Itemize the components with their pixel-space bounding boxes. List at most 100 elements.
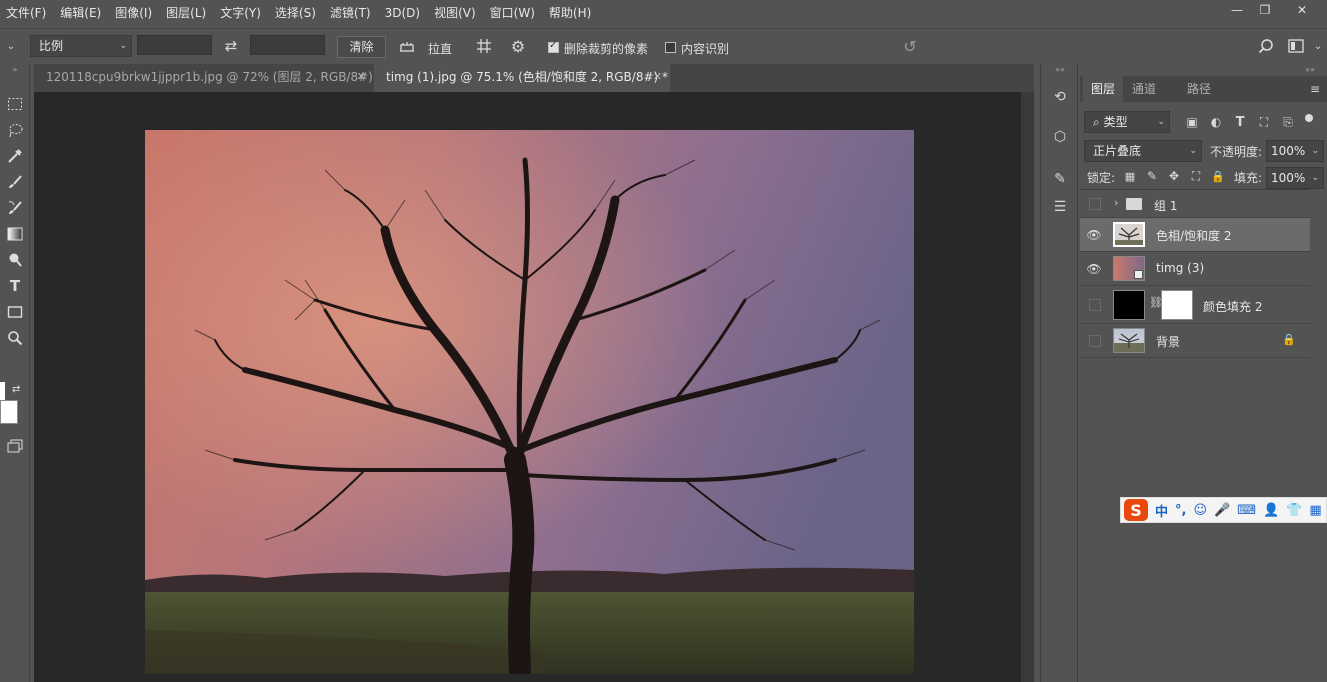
layer-mask-thumbnail[interactable] <box>1161 290 1193 320</box>
gradient-tool-icon[interactable] <box>5 224 25 244</box>
microphone-icon[interactable]: 🎤 <box>1214 503 1230 518</box>
history-brush-tool-icon[interactable] <box>5 198 25 218</box>
adjustments-panel-icon[interactable]: ☰ <box>1050 196 1070 218</box>
filter-smart-object-icon[interactable]: ⎘ <box>1280 113 1296 131</box>
menu-file[interactable]: 文件(F) <box>0 0 53 26</box>
opacity-input[interactable]: 100% ⌄ <box>1266 140 1324 162</box>
reset-rotate-icon[interactable]: ↺ <box>900 36 920 56</box>
filter-adjustment-icon[interactable]: ◐ <box>1208 113 1224 131</box>
tool-preset-chevron-icon[interactable]: ⌄ <box>4 37 18 55</box>
fill-input[interactable]: 100% ⌄ <box>1266 167 1324 189</box>
filter-pixel-icon[interactable]: ▣ <box>1184 113 1200 131</box>
menu-window[interactable]: 窗口(W) <box>483 0 542 26</box>
doc-tab-2[interactable]: timg (1).jpg @ 75.1% (色相/饱和度 2, RGB/8#) … <box>374 64 670 92</box>
3d-panel-icon[interactable]: ⬡ <box>1050 126 1070 148</box>
tab-channels[interactable]: 通道 <box>1124 76 1164 102</box>
workspace-icon[interactable] <box>1286 36 1306 56</box>
swap-colors-icon[interactable]: ⇄ <box>12 384 20 395</box>
chevron-down-icon: ⌄ <box>1157 117 1165 127</box>
dodge-tool-icon[interactable] <box>5 250 25 270</box>
vertical-scrollbar[interactable] <box>1021 92 1034 682</box>
sogou-logo[interactable]: S <box>1124 499 1148 521</box>
toolbox-icon[interactable]: ▦ <box>1309 503 1321 518</box>
grid-overlay-icon[interactable] <box>473 36 495 56</box>
restore-button[interactable]: ❐ <box>1248 0 1282 20</box>
visibility-toggle[interactable] <box>1089 198 1101 210</box>
user-icon[interactable]: 👤 <box>1263 503 1279 518</box>
rectangle-tool-icon[interactable] <box>5 302 25 322</box>
menu-filter[interactable]: 滤镜(T) <box>323 0 378 26</box>
collapse-right-icon[interactable]: »» <box>1300 64 1320 74</box>
close-window-button[interactable]: ✕ <box>1285 0 1319 20</box>
menu-edit[interactable]: 编辑(E) <box>53 0 108 26</box>
expand-chevron-icon[interactable]: › <box>1114 196 1118 209</box>
ratio-select[interactable]: 比例 ⌄ <box>30 35 132 57</box>
straighten-icon[interactable] <box>396 36 418 56</box>
collapse-left-icon[interactable]: «« <box>1041 64 1079 74</box>
layer-color-fill[interactable]: ⛓ 颜色填充 2 <box>1080 286 1310 324</box>
lock-transparent-icon[interactable]: ▦ <box>1122 168 1138 184</box>
gear-icon[interactable]: ⚙ <box>507 36 529 56</box>
skin-icon[interactable]: 👕 <box>1286 503 1302 518</box>
eye-icon[interactable]: 👁 <box>1086 228 1101 242</box>
swap-icon[interactable]: ⇄ <box>220 36 242 56</box>
lock-pixels-icon[interactable]: ✎ <box>1144 168 1160 184</box>
visibility-toggle[interactable] <box>1089 335 1101 347</box>
lock-artboard-icon[interactable]: ⛶ <box>1188 168 1204 184</box>
menu-view[interactable]: 视图(V) <box>427 0 483 26</box>
kind-filter-select[interactable]: ⌕ 类型 ⌄ <box>1084 111 1170 133</box>
close-tab-icon[interactable]: ✕ <box>653 64 662 90</box>
filter-shape-icon[interactable]: ⛶ <box>1256 113 1272 131</box>
visibility-toggle[interactable] <box>1089 299 1101 311</box>
doc-tab-1[interactable]: 120118cpu9brkw1jjppr1b.jpg @ 72% (图层 2, … <box>34 64 383 92</box>
layer-timg-3[interactable]: 👁 timg (3) <box>1080 252 1310 286</box>
filter-type-icon[interactable]: T <box>1232 113 1248 131</box>
type-tool-icon[interactable]: T <box>5 276 25 296</box>
content-aware-label[interactable]: 内容识别 <box>681 40 729 57</box>
delete-cropped-label[interactable]: 删除裁剪的像素 <box>564 40 648 57</box>
layer-background[interactable]: 背景 🔒 <box>1080 324 1310 358</box>
width-input[interactable] <box>137 35 212 55</box>
smart-object-badge-icon <box>1134 270 1143 279</box>
menu-help[interactable]: 帮助(H) <box>542 0 598 26</box>
marquee-tool-icon[interactable] <box>5 94 25 114</box>
zoom-tool-icon[interactable] <box>5 328 25 348</box>
eye-icon[interactable]: 👁 <box>1086 262 1101 276</box>
screen-mode-icon[interactable] <box>5 436 25 456</box>
straighten-label[interactable]: 拉直 <box>428 40 452 57</box>
menu-type[interactable]: 文字(Y) <box>213 0 268 26</box>
menu-image[interactable]: 图像(I) <box>108 0 159 26</box>
layer-group-1[interactable]: › 组 1 <box>1080 190 1310 218</box>
clear-button[interactable]: 清除 <box>337 36 386 58</box>
delete-cropped-checkbox[interactable] <box>548 40 559 53</box>
keyboard-icon[interactable]: ⌨ <box>1237 503 1256 518</box>
workspace-chevron-icon[interactable]: ⌄ <box>1312 38 1324 54</box>
emoji-icon[interactable]: ☺ <box>1193 503 1207 518</box>
collapse-toolbar-icon[interactable]: » <box>6 64 24 74</box>
lock-position-icon[interactable]: ✥ <box>1166 168 1182 184</box>
tab-paths[interactable]: 路径 <box>1179 76 1219 102</box>
tree-photo <box>145 130 914 674</box>
brush-tool-icon[interactable] <box>5 172 25 192</box>
layer-hue-saturation[interactable]: 👁 色相/饱和度 2 <box>1080 218 1310 252</box>
background-color-swatch[interactable] <box>0 400 18 424</box>
close-tab-icon[interactable]: ✕ <box>357 64 366 90</box>
ime-punctuation[interactable]: °, <box>1175 503 1186 518</box>
brush-settings-icon[interactable]: ✎ <box>1050 168 1070 190</box>
ime-chinese-mode[interactable]: 中 <box>1155 501 1168 520</box>
filter-toggle-icon[interactable] <box>1305 114 1313 122</box>
menu-layer[interactable]: 图层(L) <box>159 0 213 26</box>
height-input[interactable] <box>250 35 325 55</box>
blend-mode-select[interactable]: 正片叠底 ⌄ <box>1084 140 1202 162</box>
eyedropper-tool-icon[interactable] <box>5 146 25 166</box>
lasso-tool-icon[interactable] <box>5 120 25 140</box>
canvas-image[interactable] <box>145 130 914 674</box>
panel-menu-icon[interactable]: ≡ <box>1308 81 1322 97</box>
content-aware-checkbox[interactable] <box>665 42 676 53</box>
tab-layers[interactable]: 图层 <box>1083 76 1124 102</box>
lock-all-icon[interactable]: 🔒 <box>1210 168 1226 184</box>
menu-select[interactable]: 选择(S) <box>268 0 323 26</box>
search-icon[interactable] <box>1256 36 1276 56</box>
menu-3d[interactable]: 3D(D) <box>378 0 427 26</box>
history-panel-icon[interactable]: ⟲ <box>1050 86 1070 108</box>
